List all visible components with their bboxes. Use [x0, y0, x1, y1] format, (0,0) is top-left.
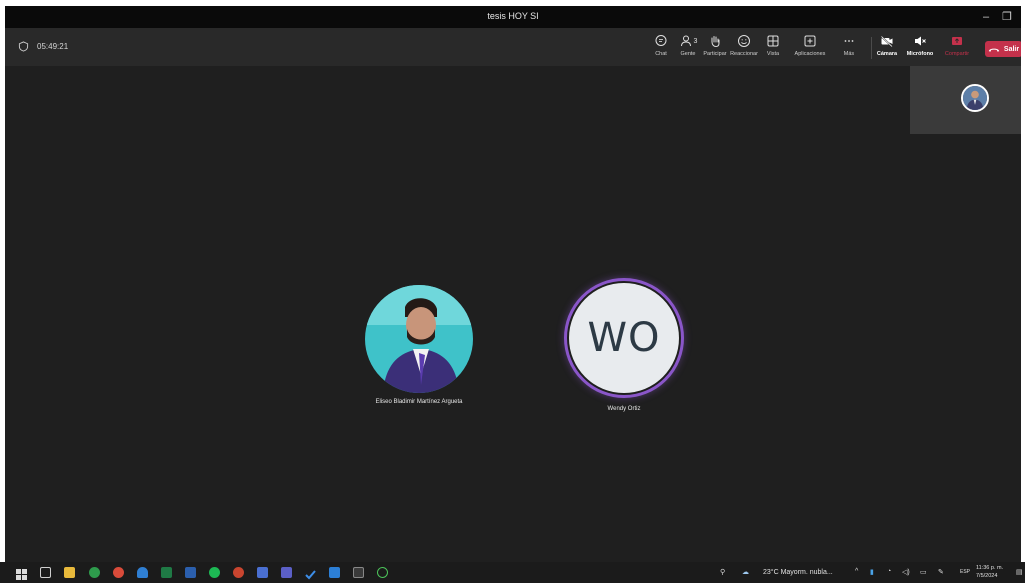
window-title: tesis HOY SI [487, 11, 539, 21]
microphone-button[interactable]: Micrófono [900, 34, 940, 57]
initials-avatar: WO [569, 283, 679, 393]
avatar-initials: WO [587, 315, 661, 361]
leave-button[interactable]: Salir [985, 41, 1021, 57]
language-indicator[interactable]: ESP [960, 569, 970, 575]
app-icon[interactable] [329, 567, 340, 578]
add-apps-icon [804, 35, 816, 47]
title-bar: tesis HOY SI – ❐ [5, 6, 1021, 28]
windows-logo [16, 569, 27, 580]
apps-button[interactable]: Aplicaciones [790, 34, 830, 57]
pen-icon[interactable]: ✎ [938, 568, 944, 576]
clock-date: 7/5/2024 [976, 573, 998, 579]
self-video-preview[interactable] [910, 66, 1021, 134]
minimize-button[interactable]: – [977, 8, 995, 26]
task-view-icon[interactable] [40, 567, 51, 578]
shield-icon [18, 41, 29, 52]
chrome-profile-icon[interactable] [113, 567, 124, 578]
teams-window: tesis HOY SI – ❐ 05:49:21 Chat 3 Gente P… [5, 6, 1021, 581]
participant-name: Eliseo Bladimir Martínez Argueta [375, 399, 463, 405]
chevron-up-icon[interactable]: ^ [855, 568, 858, 575]
weather-text[interactable]: 23°C Mayorm. nubla... [763, 569, 833, 576]
powerpoint-icon[interactable] [233, 567, 244, 578]
windows-taskbar: ⚲ ☁ 23°C Mayorm. nubla... ^ ▮ ◔ ◁) ▭ ✎ E… [0, 562, 1025, 583]
participant-name: Wendy Ortiz [607, 406, 641, 412]
timer-text: 05:49:21 [37, 42, 69, 51]
onedrive-icon[interactable] [137, 567, 148, 578]
mic-icon[interactable]: ▮ [870, 568, 874, 576]
camera-label: Cámara [876, 51, 898, 57]
app-icon[interactable] [353, 567, 364, 578]
people-icon [680, 35, 691, 47]
whatsapp-icon[interactable] [377, 567, 388, 578]
smiley-icon [738, 35, 750, 47]
checkmark-icon [305, 570, 316, 580]
clock[interactable]: 11:36 p. m. 7/5/2024 [976, 564, 1003, 580]
excel-icon[interactable] [161, 567, 172, 578]
battery-icon[interactable]: ▭ [920, 568, 927, 576]
view-label: Vista [766, 51, 780, 57]
grid-view-icon [767, 35, 779, 47]
people-label: Gente [680, 51, 696, 57]
start-icon[interactable] [16, 567, 27, 580]
share-screen-icon [952, 37, 962, 45]
share-button[interactable]: Compartir [937, 34, 977, 57]
self-avatar [961, 84, 989, 112]
microphone-label: Micrófono [906, 51, 934, 57]
word-icon[interactable] [185, 567, 196, 578]
camera-off-icon [880, 35, 893, 48]
meeting-toolbar: 05:49:21 Chat 3 Gente Participar Reaccio… [5, 28, 1021, 66]
file-explorer-icon[interactable] [64, 567, 75, 578]
restore-button[interactable]: ❐ [998, 8, 1016, 26]
teams-icon[interactable] [281, 567, 292, 578]
chat-label: Chat [655, 51, 667, 57]
system-tray: ⚲ ☁ 23°C Mayorm. nubla... ^ ▮ ◔ ◁) ▭ ✎ E… [720, 562, 1025, 583]
hang-up-icon [988, 48, 1000, 52]
participant-avatar [365, 285, 473, 393]
todo-icon[interactable] [305, 567, 316, 580]
speaker-muted-icon [915, 36, 926, 46]
share-label: Compartir [944, 51, 970, 57]
view-button[interactable]: Vista [753, 34, 793, 57]
participant-photo [365, 285, 473, 393]
more-icon [844, 40, 854, 42]
self-avatar-image [963, 86, 987, 110]
chrome-icon[interactable] [89, 567, 100, 578]
participant-tile[interactable]: WO Wendy Ortiz [561, 278, 687, 412]
more-button[interactable]: Más [829, 34, 869, 57]
clock-time: 11:36 p. m. [976, 565, 1004, 571]
leave-label: Salir [1003, 45, 1020, 53]
meeting-timer: 05:49:21 [18, 41, 68, 52]
participant-tile[interactable]: Eliseo Bladimir Martínez Argueta [359, 285, 479, 405]
chat-icon [655, 35, 667, 46]
notifications-icon[interactable]: ▤ [1016, 568, 1023, 576]
spotify-icon[interactable] [209, 567, 220, 578]
apps-label: Aplicaciones [794, 51, 826, 57]
person-icon[interactable]: ⚲ [720, 568, 725, 576]
volume-icon[interactable]: ◁) [902, 568, 910, 576]
raise-hand-icon [711, 36, 720, 48]
network-icon[interactable]: ◔ [887, 568, 891, 575]
weather-cloud-icon: ☁ [742, 569, 749, 576]
app-icon[interactable] [257, 567, 268, 578]
more-label: Más [843, 51, 855, 57]
speaking-ring: WO [564, 278, 684, 398]
